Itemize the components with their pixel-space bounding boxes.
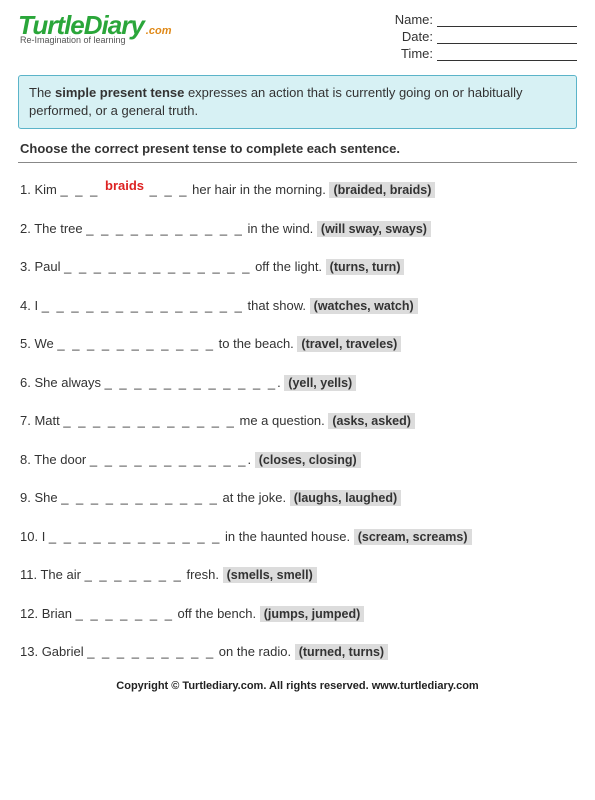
q-post: that show.	[244, 298, 310, 313]
q-post: on the radio.	[215, 644, 295, 659]
q-options: (watches, watch)	[310, 298, 418, 314]
q-blank: _ _ _ _ _ _ _	[76, 606, 174, 621]
q-num: 7.	[20, 413, 34, 428]
rule-box: The simple present tense expresses an ac…	[18, 75, 577, 129]
q-options: (closes, closing)	[255, 452, 361, 468]
q-num: 11.	[20, 567, 40, 582]
q-post: off the bench.	[174, 606, 260, 621]
logo-suffix: .com	[146, 25, 172, 37]
q-blank2: _ _ _	[144, 182, 189, 197]
question-row: 7. Matt _ _ _ _ _ _ _ _ _ _ _ _ me a que…	[18, 402, 577, 441]
question-row: 4. I _ _ _ _ _ _ _ _ _ _ _ _ _ _ that sh…	[18, 287, 577, 326]
q-blank: _ _ _ _ _ _ _	[85, 567, 183, 582]
q-pre: I	[34, 298, 41, 313]
q-blank: _ _ _	[60, 182, 105, 197]
q-blank: _ _ _ _ _ _ _ _ _ _ _ _	[63, 413, 236, 428]
rule-bold: simple present tense	[55, 85, 184, 100]
instruction: Choose the correct present tense to comp…	[20, 141, 575, 156]
q-pre: She	[34, 490, 61, 505]
header: TurtleDiary.com Re-Imagination of learni…	[18, 12, 577, 63]
q-post: fresh.	[183, 567, 223, 582]
q-options: (laughs, laughed)	[290, 490, 401, 506]
logo-block: TurtleDiary.com Re-Imagination of learni…	[18, 12, 171, 45]
q-blank: _ _ _ _ _ _ _ _ _ _ _	[86, 221, 244, 236]
q-num: 9.	[20, 490, 34, 505]
q-pre: Gabriel	[42, 644, 88, 659]
question-row: 9. She _ _ _ _ _ _ _ _ _ _ _ at the joke…	[18, 479, 577, 518]
q-num: 3.	[20, 259, 34, 274]
q-options: (braided, braids)	[329, 182, 435, 198]
q-num: 10.	[20, 529, 42, 544]
name-line	[437, 26, 577, 27]
question-row: 3. Paul _ _ _ _ _ _ _ _ _ _ _ _ _ off th…	[18, 248, 577, 287]
q-post: at the joke.	[219, 490, 290, 505]
q-post: her hair in the morning.	[189, 182, 330, 197]
q-pre: The air	[40, 567, 84, 582]
question-row: 1. Kim _ _ _ braids _ _ _ her hair in th…	[18, 171, 577, 210]
question-row: 13. Gabriel _ _ _ _ _ _ _ _ _ on the rad…	[18, 633, 577, 672]
q-post: to the beach.	[215, 336, 297, 351]
footer: Copyright © Turtlediary.com. All rights …	[18, 680, 577, 692]
q-options: (asks, asked)	[328, 413, 415, 429]
q-pre: I	[42, 529, 49, 544]
q-num: 12.	[20, 606, 42, 621]
q-post: me a question.	[236, 413, 329, 428]
q-options: (yell, yells)	[284, 375, 356, 391]
q-num: 5.	[20, 336, 34, 351]
date-label: Date:	[402, 29, 433, 44]
q-options: (jumps, jumped)	[260, 606, 365, 622]
question-list: 1. Kim _ _ _ braids _ _ _ her hair in th…	[18, 171, 577, 672]
q-options: (travel, traveles)	[297, 336, 401, 352]
q-answer: braids	[105, 178, 144, 193]
info-fields: Name: Date: Time:	[395, 12, 577, 63]
q-post: in the haunted house.	[221, 529, 353, 544]
q-pre: She always	[34, 375, 104, 390]
divider	[18, 162, 577, 163]
question-row: 11. The air _ _ _ _ _ _ _ fresh. (smells…	[18, 556, 577, 595]
q-options: (turned, turns)	[295, 644, 388, 660]
q-blank: _ _ _ _ _ _ _ _ _ _ _ _ _ _	[42, 298, 244, 313]
q-blank: _ _ _ _ _ _ _ _ _ _ _ _ _	[64, 259, 251, 274]
q-blank: _ _ _ _ _ _ _ _ _ _ _	[90, 452, 248, 467]
q-num: 2.	[20, 221, 34, 236]
q-pre: The tree	[34, 221, 86, 236]
q-blank: _ _ _ _ _ _ _ _ _ _ _ _	[49, 529, 222, 544]
q-options: (smells, smell)	[223, 567, 317, 583]
q-pre: The door	[34, 452, 90, 467]
q-pre: Brian	[42, 606, 76, 621]
question-row: 6. She always _ _ _ _ _ _ _ _ _ _ _ _. (…	[18, 364, 577, 403]
question-row: 10. I _ _ _ _ _ _ _ _ _ _ _ _ in the hau…	[18, 518, 577, 557]
q-blank: _ _ _ _ _ _ _ _ _ _ _ _	[105, 375, 278, 390]
q-blank: _ _ _ _ _ _ _ _ _	[87, 644, 215, 659]
rule-pre: The	[29, 85, 55, 100]
question-row: 12. Brian _ _ _ _ _ _ _ off the bench. (…	[18, 595, 577, 634]
q-post: in the wind.	[244, 221, 317, 236]
q-pre: Paul	[34, 259, 64, 274]
q-post: .	[248, 452, 255, 467]
q-pre: We	[34, 336, 57, 351]
q-options: (will sway, sways)	[317, 221, 431, 237]
q-options: (scream, screams)	[354, 529, 472, 545]
q-options: (turns, turn)	[326, 259, 405, 275]
question-row: 8. The door _ _ _ _ _ _ _ _ _ _ _. (clos…	[18, 441, 577, 480]
question-row: 5. We _ _ _ _ _ _ _ _ _ _ _ to the beach…	[18, 325, 577, 364]
q-blank: _ _ _ _ _ _ _ _ _ _ _	[57, 336, 215, 351]
time-label: Time:	[401, 46, 433, 61]
date-line	[437, 43, 577, 44]
q-num: 13.	[20, 644, 42, 659]
q-blank: _ _ _ _ _ _ _ _ _ _ _	[61, 490, 219, 505]
time-line	[437, 60, 577, 61]
q-pre: Matt	[34, 413, 63, 428]
q-post: off the light.	[251, 259, 325, 274]
q-num: 1.	[20, 182, 34, 197]
name-label: Name:	[395, 12, 433, 27]
q-pre: Kim	[34, 182, 60, 197]
q-num: 4.	[20, 298, 34, 313]
q-num: 8.	[20, 452, 34, 467]
q-num: 6.	[20, 375, 34, 390]
question-row: 2. The tree _ _ _ _ _ _ _ _ _ _ _ in the…	[18, 210, 577, 249]
